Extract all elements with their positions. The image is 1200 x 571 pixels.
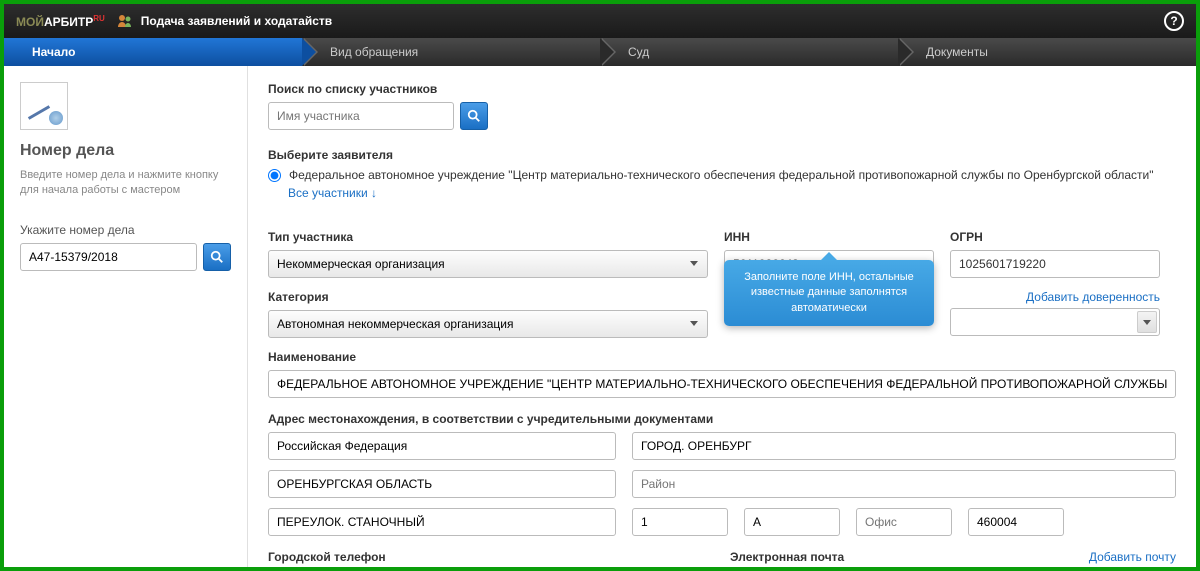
category-select[interactable]: Автономная некоммерческая организация bbox=[268, 310, 708, 338]
name-label: Наименование bbox=[268, 350, 1176, 364]
postal-input[interactable] bbox=[968, 508, 1064, 536]
add-email-link[interactable]: Добавить почту bbox=[1089, 550, 1176, 564]
content-area: Поиск по списку участников Выберите заяв… bbox=[248, 66, 1196, 567]
wizard-steps: Начало Вид обращения Суд Документы bbox=[4, 38, 1196, 66]
chevron-down-icon bbox=[689, 259, 699, 269]
participant-type-label: Тип участника bbox=[268, 230, 708, 244]
inn-label: ИНН bbox=[724, 230, 934, 244]
phone-label: Городской телефон bbox=[268, 550, 714, 564]
applicant-name: Федеральное автономное учреждение "Центр… bbox=[289, 168, 1154, 182]
case-number-input[interactable] bbox=[20, 243, 197, 271]
step-documents[interactable]: Документы bbox=[898, 38, 1196, 66]
org-name-input[interactable] bbox=[268, 370, 1176, 398]
inn-tooltip: Заполните поле ИНН, остальные известные … bbox=[724, 260, 934, 326]
all-participants-link[interactable]: Все участники ↓ bbox=[288, 186, 377, 200]
sidebar-title: Номер дела bbox=[20, 142, 231, 160]
participant-type-select[interactable]: Некоммерческая организация bbox=[268, 250, 708, 278]
ogrn-input[interactable] bbox=[950, 250, 1160, 278]
district-input[interactable] bbox=[632, 470, 1176, 498]
help-icon[interactable]: ? bbox=[1164, 11, 1184, 31]
ogrn-label: ОГРН bbox=[950, 230, 1160, 244]
page-title: Подача заявлений и ходатайств bbox=[141, 14, 332, 28]
document-icon bbox=[20, 82, 68, 130]
poa-select[interactable] bbox=[950, 308, 1160, 336]
city-input[interactable] bbox=[632, 432, 1176, 460]
logo[interactable]: МОЙАРБИТРRU bbox=[16, 14, 105, 29]
building-input[interactable] bbox=[744, 508, 840, 536]
address-label: Адрес местонахождения, в соответствии с … bbox=[268, 412, 1176, 426]
case-number-label: Укажите номер дела bbox=[20, 223, 231, 237]
step-start[interactable]: Начало bbox=[4, 38, 302, 66]
sidebar-hint: Введите номер дела и нажмите кнопку для … bbox=[20, 168, 231, 199]
participant-search-input[interactable] bbox=[268, 102, 454, 130]
applicant-section-label: Выберите заявителя bbox=[268, 148, 1176, 162]
category-label: Категория bbox=[268, 290, 708, 304]
applicant-radio[interactable] bbox=[268, 169, 281, 182]
participant-search-label: Поиск по списку участников bbox=[268, 82, 1176, 96]
people-icon bbox=[117, 13, 133, 29]
office-input[interactable] bbox=[856, 508, 952, 536]
case-search-button[interactable] bbox=[203, 243, 231, 271]
participant-search-button[interactable] bbox=[460, 102, 488, 130]
step-court[interactable]: Суд bbox=[600, 38, 898, 66]
sidebar: Номер дела Введите номер дела и нажмите … bbox=[4, 66, 248, 567]
country-input[interactable] bbox=[268, 432, 616, 460]
add-poa-link[interactable]: Добавить доверенность bbox=[950, 290, 1160, 304]
street-input[interactable] bbox=[268, 508, 616, 536]
house-input[interactable] bbox=[632, 508, 728, 536]
header-bar: МОЙАРБИТРRU Подача заявлений и ходатайст… bbox=[4, 4, 1196, 38]
chevron-down-icon bbox=[689, 319, 699, 329]
chevron-down-icon bbox=[1137, 311, 1157, 333]
region-input[interactable] bbox=[268, 470, 616, 498]
step-type[interactable]: Вид обращения bbox=[302, 38, 600, 66]
